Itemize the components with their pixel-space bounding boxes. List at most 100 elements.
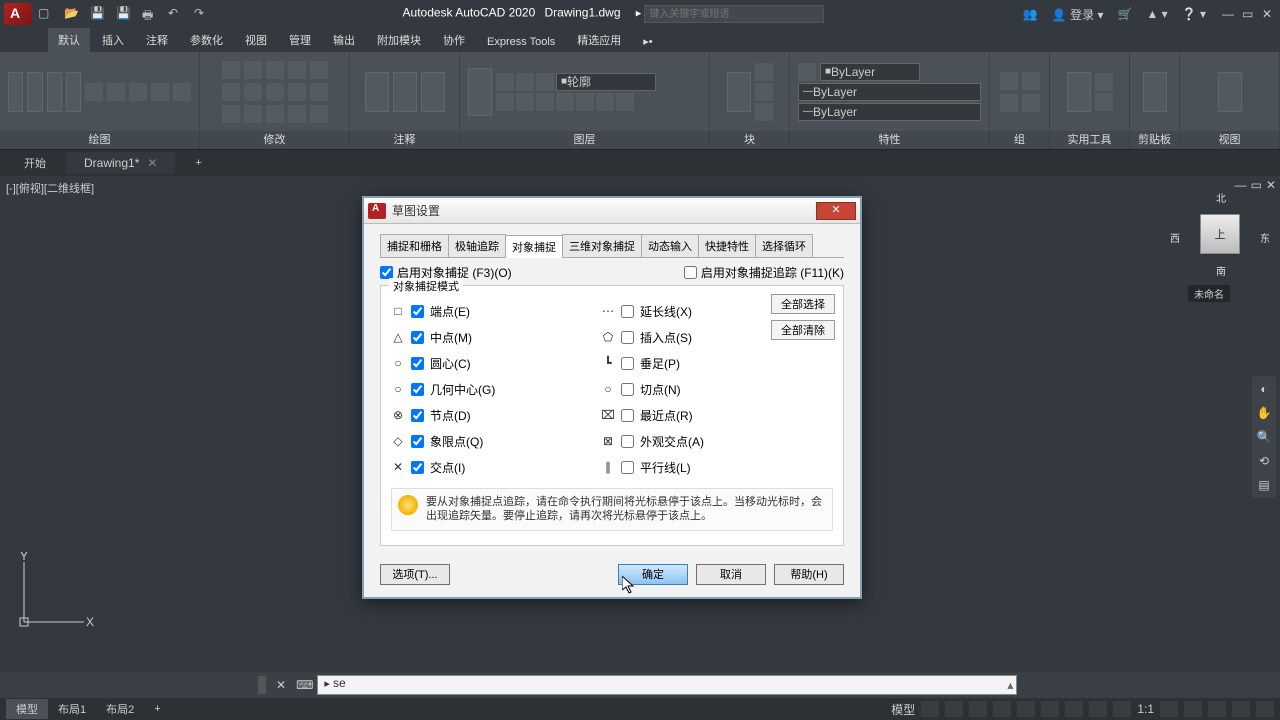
snap-checkbox[interactable] xyxy=(621,305,634,318)
snap-option[interactable]: ○几何中心(G) xyxy=(391,378,591,400)
app-logo[interactable] xyxy=(4,3,32,25)
close-tab-icon[interactable]: ✕ xyxy=(147,156,157,170)
snap-option[interactable]: ⌧最近点(R) xyxy=(601,404,801,426)
tab-osnap[interactable]: 对象捕捉 xyxy=(505,235,563,258)
pan-icon[interactable]: ✋ xyxy=(1257,406,1272,420)
snap-option[interactable]: ◇象限点(Q) xyxy=(391,430,591,452)
layer-dropdown[interactable]: ■ 轮廓 xyxy=(556,73,656,91)
snap-checkbox[interactable] xyxy=(621,383,634,396)
transp-toggle[interactable] xyxy=(1113,701,1131,717)
polar-toggle[interactable] xyxy=(993,701,1011,717)
panel-utils[interactable]: 实用工具 xyxy=(1050,131,1129,149)
customize-icon[interactable] xyxy=(1256,701,1274,717)
undo-icon[interactable]: ↶ xyxy=(168,6,184,22)
snap-checkbox[interactable] xyxy=(621,331,634,344)
snap-checkbox[interactable] xyxy=(411,383,424,396)
tab-play-icon[interactable]: ▸• xyxy=(633,31,662,52)
wheel-icon[interactable]: ◐ xyxy=(1260,382,1267,396)
tab-snap-grid[interactable]: 捕捉和栅格 xyxy=(380,234,449,257)
help-icon[interactable]: ❔ ▾ xyxy=(1182,7,1206,21)
osnap-toggle[interactable] xyxy=(1041,701,1059,717)
tab-output[interactable]: 输出 xyxy=(323,28,365,52)
move-tool[interactable] xyxy=(222,61,240,79)
panel-view[interactable]: 视图 xyxy=(1180,131,1279,149)
new-tab-button[interactable]: + xyxy=(177,153,219,173)
ok-button[interactable]: 确定 xyxy=(618,564,688,585)
draw-ico[interactable] xyxy=(85,83,103,101)
tab-manage[interactable]: 管理 xyxy=(279,28,321,52)
new-icon[interactable]: ▢ xyxy=(38,6,54,22)
snap-option[interactable]: ✕交点(I) xyxy=(391,456,591,478)
snap-option[interactable]: ∥平行线(L) xyxy=(601,456,801,478)
login-button[interactable]: 👤 登录 ▾ xyxy=(1052,6,1104,23)
tab-cycling[interactable]: 选择循环 xyxy=(755,234,813,257)
snap-option[interactable]: △中点(M) xyxy=(391,326,591,348)
close-button[interactable]: ✕ xyxy=(1262,7,1276,21)
layer-props[interactable] xyxy=(468,68,492,116)
panel-block[interactable]: 块 xyxy=(710,131,789,149)
showmotion-icon[interactable]: ▤ xyxy=(1258,478,1269,492)
clipboard[interactable] xyxy=(1143,72,1167,112)
zoom-icon[interactable]: 🔍 xyxy=(1257,430,1272,444)
open-icon[interactable]: 📂 xyxy=(64,6,80,22)
snap-checkbox[interactable] xyxy=(621,409,634,422)
panel-props[interactable]: 特性 xyxy=(790,131,989,149)
ortho-toggle[interactable] xyxy=(969,701,987,717)
snap-option[interactable]: ⊗节点(D) xyxy=(391,404,591,426)
table-tool[interactable] xyxy=(421,72,445,112)
snap-checkbox[interactable] xyxy=(411,331,424,344)
snap-checkbox[interactable] xyxy=(621,435,634,448)
anno-toggle[interactable] xyxy=(1184,701,1202,717)
block-insert[interactable] xyxy=(727,72,751,112)
workspace-icon[interactable] xyxy=(1208,701,1226,717)
panel-layer[interactable]: 图层 xyxy=(460,131,709,149)
cancel-button[interactable]: 取消 xyxy=(696,564,766,585)
panel-draw[interactable]: 绘图 xyxy=(0,131,199,149)
drawing-tab[interactable]: Drawing1*✕ xyxy=(66,152,175,174)
a360-icon[interactable]: ▲ ▾ xyxy=(1146,7,1167,21)
enable-otrack-checkbox[interactable]: 启用对象捕捉追踪 (F11)(K) xyxy=(684,264,844,281)
match-prop[interactable] xyxy=(798,63,816,81)
cmd-dropdown-icon[interactable]: ▴ xyxy=(1007,678,1013,692)
tab-parametric[interactable]: 参数化 xyxy=(180,28,233,52)
tab-quickprops[interactable]: 快捷特性 xyxy=(698,234,756,257)
vp-min[interactable]: — xyxy=(1235,178,1247,192)
wcs-label[interactable]: 未命名 xyxy=(1188,285,1230,302)
user-icon[interactable]: 👥 xyxy=(1023,7,1038,21)
exchange-icon[interactable]: 🛒 xyxy=(1118,7,1133,21)
layout1-tab[interactable]: 布局1 xyxy=(48,699,96,719)
lineweight-dropdown[interactable]: — ByLayer xyxy=(798,103,981,121)
snap-checkbox[interactable] xyxy=(411,357,424,370)
panel-clip[interactable]: 剪贴板 xyxy=(1130,131,1179,149)
tab-default[interactable]: 默认 xyxy=(48,28,90,52)
snap-option[interactable]: ○切点(N) xyxy=(601,378,801,400)
circle-tool[interactable] xyxy=(47,72,62,112)
dialog-titlebar[interactable]: 草图设置 ✕ xyxy=(364,198,860,224)
model-tab[interactable]: 模型 xyxy=(6,699,48,719)
options-button[interactable]: 选项(T)... xyxy=(380,564,450,585)
otrack-toggle[interactable] xyxy=(1065,701,1083,717)
orbit-icon[interactable]: ⟲ xyxy=(1259,454,1269,468)
select-all-button[interactable]: 全部选择 xyxy=(771,294,835,314)
help-button[interactable]: 帮助(H) xyxy=(774,564,844,585)
snap-toggle[interactable] xyxy=(945,701,963,717)
snap-checkbox[interactable] xyxy=(411,461,424,474)
view-base[interactable] xyxy=(1218,72,1242,112)
line-tool[interactable] xyxy=(8,72,23,112)
snap-checkbox[interactable] xyxy=(411,305,424,318)
cmd-handle[interactable] xyxy=(258,676,266,694)
text-tool[interactable] xyxy=(365,72,389,112)
lwt-toggle[interactable] xyxy=(1089,701,1107,717)
panel-group[interactable]: 组 xyxy=(990,131,1049,149)
tab-express[interactable]: Express Tools xyxy=(477,32,565,52)
saveas-icon[interactable]: 💾 xyxy=(116,6,132,22)
panel-annotate[interactable]: 注释 xyxy=(350,131,459,149)
layout2-tab[interactable]: 布局2 xyxy=(96,699,144,719)
snap-option[interactable]: □端点(E) xyxy=(391,300,591,322)
snap-checkbox[interactable] xyxy=(621,357,634,370)
dim-tool[interactable] xyxy=(393,72,417,112)
tab-insert[interactable]: 插入 xyxy=(92,28,134,52)
color-dropdown[interactable]: ■ ByLayer xyxy=(820,63,920,81)
cmd-close-icon[interactable]: ✕ xyxy=(270,678,292,692)
save-icon[interactable]: 💾 xyxy=(90,6,106,22)
